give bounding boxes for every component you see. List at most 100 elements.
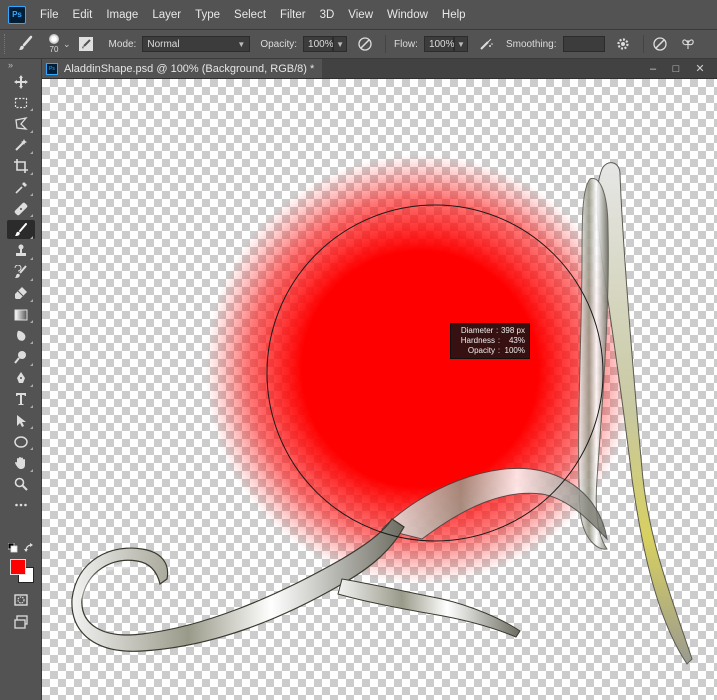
tool-screen-mode[interactable] xyxy=(0,611,41,632)
crop-icon xyxy=(13,159,28,174)
menu-layer[interactable]: Layer xyxy=(152,9,181,21)
flow-label: Flow: xyxy=(394,38,418,50)
hand-icon xyxy=(14,456,25,469)
tool-zoom[interactable] xyxy=(0,474,41,495)
photoshop-logo-icon: Ps xyxy=(8,5,26,24)
tool-quick-select[interactable] xyxy=(0,135,41,156)
tool-quick-mask[interactable] xyxy=(0,589,41,610)
opacity-input[interactable]: 100% xyxy=(303,36,334,52)
menu-view[interactable]: View xyxy=(348,9,373,21)
tool-eraser[interactable] xyxy=(0,283,41,304)
menu-filter[interactable]: Filter xyxy=(280,9,306,21)
tool-healing[interactable] xyxy=(0,198,41,219)
hud-opacity-label: Opacity xyxy=(467,346,495,355)
symmetry-butterfly-icon[interactable] xyxy=(680,36,696,52)
smoothing-input[interactable] xyxy=(562,36,605,52)
hud-diameter-label: Diameter xyxy=(460,326,494,335)
type-icon xyxy=(15,393,26,406)
marquee-icon xyxy=(14,97,27,108)
canvas[interactable]: Diameter : 398 px Hardness : 43% Opacity… xyxy=(42,79,717,700)
tool-lasso[interactable] xyxy=(0,113,41,134)
menu-image[interactable]: Image xyxy=(106,9,138,21)
tool-gradient[interactable] xyxy=(0,304,41,325)
hud-opacity: Opacity : 100% xyxy=(455,346,525,356)
smoothing-label: Smoothing: xyxy=(505,38,557,50)
menu-type[interactable]: Type xyxy=(195,9,220,21)
pressure-opacity-icon[interactable] xyxy=(357,36,373,52)
eyedropper-icon xyxy=(14,181,27,194)
brush-preset-icon[interactable] xyxy=(17,35,35,53)
hud-hardness-label: Hardness xyxy=(460,336,495,345)
menu-edit[interactable]: Edit xyxy=(73,9,93,21)
eraser-icon xyxy=(14,287,27,300)
tool-dodge[interactable] xyxy=(0,346,41,367)
tool-stamp[interactable] xyxy=(0,241,41,262)
brush-icon xyxy=(14,222,27,236)
document-tab[interactable]: Ps AladdinShape.psd @ 100% (Background, … xyxy=(42,59,323,78)
menu-select[interactable]: Select xyxy=(234,9,266,21)
tool-eyedropper[interactable] xyxy=(0,177,41,198)
divider xyxy=(385,35,387,53)
letter-a-tail xyxy=(337,578,521,638)
menu-file[interactable]: File xyxy=(40,9,59,21)
menu-3d[interactable]: 3D xyxy=(320,9,335,21)
brush-info-hud: Diameter : 398 px Hardness : 43% Opacity… xyxy=(450,323,530,359)
chevron-down-icon: ▼ xyxy=(237,39,246,49)
flow-input[interactable]: 100% xyxy=(423,36,455,52)
path-select-icon xyxy=(16,414,26,427)
brush-settings-panel-icon[interactable] xyxy=(78,37,93,51)
tool-brush[interactable] xyxy=(0,219,41,240)
flow-dropdown[interactable]: ▼ xyxy=(453,36,468,52)
menu-window[interactable]: Window xyxy=(387,9,428,21)
document-title: AladdinShape.psd @ 100% (Background, RGB… xyxy=(64,62,315,75)
hud-hardness-value: 43% xyxy=(508,336,525,345)
menu-bar: Ps File Edit Image Layer Type Select Fil… xyxy=(0,0,717,30)
tool-blur[interactable] xyxy=(0,325,41,346)
default-colors-icon[interactable] xyxy=(8,543,18,553)
airbrush-icon[interactable] xyxy=(478,36,494,52)
more-icon xyxy=(14,504,27,507)
tool-ellipse[interactable] xyxy=(0,431,41,452)
tool-hand[interactable] xyxy=(0,452,41,473)
tool-crop[interactable] xyxy=(0,156,41,177)
hud-opacity-value: 100% xyxy=(504,346,525,355)
tool-move[interactable] xyxy=(0,71,41,92)
hud-diameter-value: 398 px xyxy=(500,326,525,335)
tool-type[interactable] xyxy=(0,389,41,410)
collapse-toolbar-icon[interactable]: » xyxy=(0,59,41,71)
tool-marquee[interactable] xyxy=(0,92,41,113)
menu-help[interactable]: Help xyxy=(442,9,466,21)
screen-mode-icon xyxy=(13,614,28,629)
mode-select[interactable]: Normal ▼ xyxy=(142,36,251,52)
pressure-size-icon[interactable] xyxy=(652,36,668,52)
options-grip[interactable] xyxy=(4,34,11,54)
hud-diameter: Diameter : 398 px xyxy=(455,326,525,336)
chevron-down-icon: ▼ xyxy=(336,39,344,49)
swap-colors-icon[interactable] xyxy=(24,543,34,553)
minimize-icon[interactable]: – xyxy=(643,59,663,78)
opacity-dropdown[interactable]: ▼ xyxy=(333,36,348,52)
ellipse-icon xyxy=(13,436,28,448)
opacity-label: Opacity: xyxy=(260,38,298,50)
brush-tip-icon xyxy=(49,34,59,44)
chevron-down-icon[interactable]: ⌄ xyxy=(63,39,71,50)
pen-icon xyxy=(16,372,25,384)
close-icon[interactable]: ✕ xyxy=(690,59,710,78)
artwork xyxy=(71,154,693,665)
gear-icon[interactable] xyxy=(615,36,631,52)
gradient-icon xyxy=(14,309,27,321)
tool-pen[interactable] xyxy=(0,368,41,389)
psd-file-icon: Ps xyxy=(46,62,58,75)
brush-size-value: 70 xyxy=(49,45,59,54)
hud-hardness: Hardness : 43% xyxy=(455,336,525,346)
divider xyxy=(642,35,644,53)
tool-path-select[interactable] xyxy=(0,410,41,431)
tool-history-brush[interactable] xyxy=(0,262,41,283)
maximize-icon[interactable]: □ xyxy=(666,59,686,78)
brush-size-picker[interactable]: 70 xyxy=(49,34,59,54)
zoom-icon xyxy=(14,477,28,491)
foreground-color-swatch[interactable] xyxy=(10,559,26,575)
healing-icon xyxy=(14,202,27,215)
dodge-icon xyxy=(13,351,26,364)
tool-more[interactable] xyxy=(0,495,41,516)
